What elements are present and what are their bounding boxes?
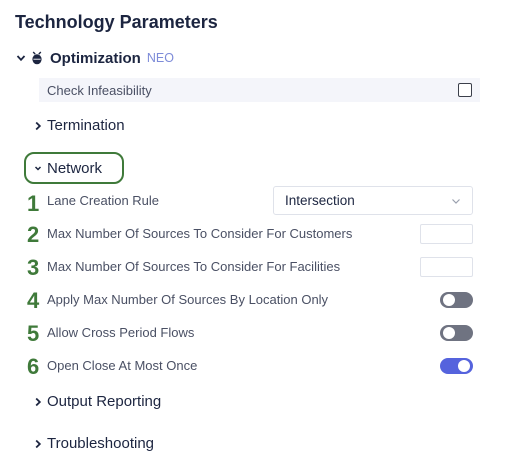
allow-cross-period-flows-toggle[interactable] — [440, 325, 473, 341]
section-output-reporting[interactable]: Output Reporting — [32, 393, 161, 410]
param-label-lane-creation-rule: Lane Creation Rule — [47, 193, 160, 208]
toggle-knob — [443, 327, 455, 339]
annotation-number: 4 — [27, 288, 40, 313]
chevron-down-icon — [450, 195, 462, 207]
lane-creation-rule-select[interactable]: Intersection — [273, 186, 473, 215]
lane-creation-rule-value: Intersection — [285, 193, 355, 208]
engine-badge: NEO — [146, 51, 174, 65]
section-termination-label: Termination — [47, 117, 125, 134]
param-label-allow-cross-period-flows: Allow Cross Period Flows — [47, 325, 195, 340]
param-label-open-close-at-most-once: Open Close At Most Once — [47, 358, 198, 373]
section-network[interactable]: Network — [24, 152, 124, 184]
annotation-number: 1 — [27, 191, 40, 216]
chevron-down-icon[interactable] — [14, 51, 28, 65]
max-sources-customers-input[interactable] — [420, 224, 473, 244]
section-troubleshooting-label: Troubleshooting — [47, 435, 155, 452]
apply-max-sources-location-toggle[interactable] — [440, 292, 473, 308]
chevron-down-icon — [32, 162, 44, 174]
annotation-number: 3 — [27, 255, 40, 280]
annotation-number: 2 — [27, 222, 40, 247]
param-label-max-sources-facilities: Max Number Of Sources To Consider For Fa… — [47, 259, 341, 274]
section-network-label: Network — [47, 159, 103, 177]
chevron-right-icon — [32, 438, 44, 450]
section-output-reporting-label: Output Reporting — [47, 393, 162, 410]
param-label-max-sources-customers: Max Number Of Sources To Consider For Cu… — [47, 226, 353, 241]
check-infeasibility-row: Check Infeasibility — [39, 78, 480, 102]
section-troubleshooting[interactable]: Troubleshooting — [32, 435, 154, 452]
page-title: Technology Parameters — [15, 12, 218, 32]
check-infeasibility-label: Check Infeasibility — [47, 82, 152, 98]
chevron-right-icon — [32, 396, 44, 408]
toggle-knob — [443, 294, 455, 306]
optimization-title: Optimization — [50, 49, 141, 67]
annotation-number: 5 — [27, 321, 40, 346]
section-termination[interactable]: Termination — [32, 117, 125, 134]
annotation-number: 6 — [27, 354, 40, 379]
open-close-at-most-once-toggle[interactable] — [440, 358, 473, 374]
check-infeasibility-checkbox[interactable] — [458, 83, 472, 97]
max-sources-facilities-input[interactable] — [420, 257, 473, 277]
chevron-right-icon — [32, 120, 44, 132]
optimization-header[interactable]: Optimization NEO — [14, 48, 174, 68]
toggle-knob — [458, 360, 470, 372]
param-label-apply-max-sources-location: Apply Max Number Of Sources By Location … — [47, 292, 329, 307]
optimization-engine-icon — [30, 50, 44, 66]
